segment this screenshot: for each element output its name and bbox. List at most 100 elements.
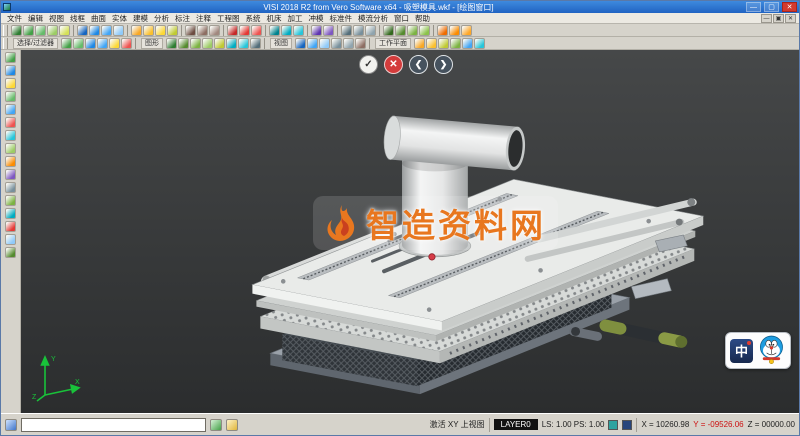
toolbar-icon[interactable] [281,25,292,36]
mdi-minimize-button[interactable]: — [761,14,772,23]
accept-button[interactable]: ✓ [359,55,378,74]
toolbar-icon[interactable] [5,91,16,102]
ime-mode-button[interactable]: 中 [730,339,753,363]
menu-item[interactable]: 实体 [109,13,130,24]
cylinder-parts[interactable] [571,325,687,347]
toolbar-icon[interactable] [239,25,250,36]
toolbar-icon[interactable] [323,25,334,36]
toolbar-icon[interactable] [307,38,318,49]
toolbar-icon[interactable] [438,38,449,49]
toolbar-icon[interactable] [214,38,225,49]
toolbar-icon[interactable] [251,25,262,36]
close-button[interactable]: ✕ [782,2,797,12]
toolbar-icon[interactable] [185,25,196,36]
toolbar-icon[interactable] [61,38,72,49]
toolbar-icon[interactable] [73,38,84,49]
menu-item[interactable]: 加工 [285,13,306,24]
toolbar-icon[interactable] [293,25,304,36]
menu-item[interactable]: 帮助 [412,13,433,24]
layer-selector[interactable]: LAYER0 [494,419,538,430]
toolbar-icon[interactable] [395,25,406,36]
menu-item[interactable]: 模流分析 [355,13,391,24]
mdi-restore-button[interactable]: ▣ [773,14,784,23]
toolbar-icon[interactable] [85,38,96,49]
cancel-button[interactable]: ✕ [384,55,403,74]
toolbar-icon[interactable] [143,25,154,36]
toolbar-icon[interactable] [474,38,485,49]
minimize-button[interactable]: — [746,2,761,12]
toolbar-icon[interactable] [343,38,354,49]
grid-settings-icon[interactable] [226,419,238,431]
toolbar-icon[interactable] [5,143,16,154]
toolbar-icon[interactable] [59,25,70,36]
toolbar-icon[interactable] [355,38,366,49]
toolbar-icon[interactable] [462,38,473,49]
toolbar-icon[interactable] [167,25,178,36]
menu-item[interactable]: 编辑 [25,13,46,24]
toolbar-icon[interactable] [295,38,306,49]
active-view-label[interactable]: 激活 XY 上视图 [430,419,485,430]
toolbar-icon[interactable] [319,38,330,49]
menu-item[interactable]: 线框 [67,13,88,24]
menu-item[interactable]: 标注 [172,13,193,24]
menu-item[interactable]: 分析 [151,13,172,24]
toolbar-icon[interactable] [89,25,100,36]
toolbar-icon[interactable] [5,195,16,206]
menu-item[interactable]: 曲面 [88,13,109,24]
toolbar-icon[interactable] [250,38,261,49]
toolbar-icon[interactable] [461,25,472,36]
menu-item[interactable]: 系统 [243,13,264,24]
toolbar-icon[interactable] [97,38,108,49]
toolbar-icon[interactable] [101,25,112,36]
toolbar-icon[interactable] [450,38,461,49]
toolbar-icon[interactable] [5,52,16,63]
toolbar-icon[interactable] [5,182,16,193]
toolbar-icon[interactable] [5,169,16,180]
toolbar-icon[interactable] [202,38,213,49]
toolbar-icon[interactable] [11,25,22,36]
toolbar-icon[interactable] [178,38,189,49]
toolbar-icon[interactable] [5,104,16,115]
toolbar-icon[interactable] [5,65,16,76]
fill-color-swatch[interactable] [622,420,632,430]
menu-item[interactable]: 注释 [193,13,214,24]
toolbar-icon[interactable] [414,38,425,49]
viewport-3d[interactable]: ✓ ✕ ❮ ❯ 智造资料网 Y X [21,50,799,413]
snap-settings-icon[interactable] [210,419,222,431]
toolbar-icon[interactable] [383,25,394,36]
toolbar-icon[interactable] [311,25,322,36]
toolbar-icon[interactable] [407,25,418,36]
toolbar-icon[interactable] [331,38,342,49]
command-prompt-input[interactable] [21,418,206,432]
toolbar-icon[interactable] [209,25,220,36]
toolbar-icon[interactable] [155,25,166,36]
next-button[interactable]: ❯ [434,55,453,74]
menu-item[interactable]: 文件 [4,13,25,24]
toolbar-icon[interactable] [5,221,16,232]
3d-model[interactable] [21,50,799,413]
toolbar-icon[interactable] [166,38,177,49]
toolbar-icon[interactable] [113,25,124,36]
toolbar-icon[interactable] [365,25,376,36]
toolbar-icon[interactable] [5,130,16,141]
maximize-button[interactable]: ▢ [764,2,779,12]
menu-item[interactable]: 机床 [264,13,285,24]
ime-toolbar[interactable]: 中 [725,332,791,369]
toolbar-icon[interactable] [23,25,34,36]
toolbar-icon[interactable] [5,156,16,167]
menu-item[interactable]: 窗口 [391,13,412,24]
toolbar-icon[interactable] [5,78,16,89]
prompt-icon[interactable] [5,419,17,431]
toolbar-icon[interactable] [437,25,448,36]
toolbar-icon[interactable] [5,247,16,258]
toolbar-icon[interactable] [197,25,208,36]
toolbar-icon[interactable] [238,38,249,49]
toolbar-icon[interactable] [269,25,280,36]
mdi-close-button[interactable]: ✕ [785,14,796,23]
line-color-swatch[interactable] [608,420,618,430]
menu-item[interactable]: 标准件 [327,13,356,24]
toolbar-icon[interactable] [5,208,16,219]
point-marker[interactable] [429,254,435,260]
menu-item[interactable]: 视图 [46,13,67,24]
toolbar-icon[interactable] [190,38,201,49]
